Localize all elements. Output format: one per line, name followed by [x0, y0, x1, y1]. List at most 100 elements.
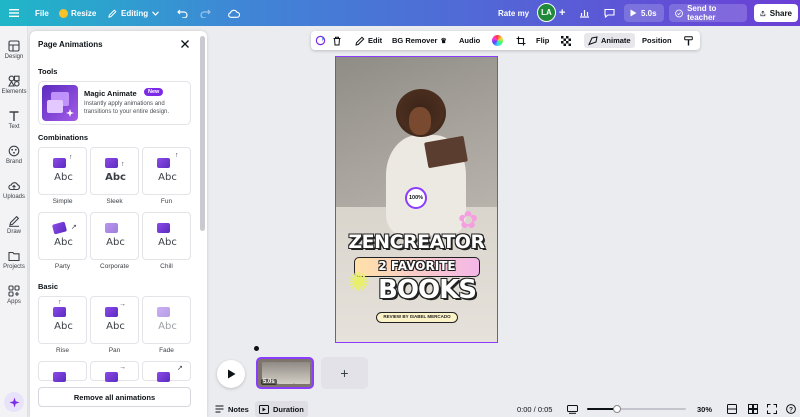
tile-sample-text: Abc [105, 172, 126, 183]
rail-item-elements[interactable]: Elements [0, 69, 28, 101]
tile-label-fade: Fade [159, 347, 174, 354]
flip-button[interactable]: Flip [536, 31, 549, 50]
design-subtitle-favorite[interactable]: 2 FAVORITE [354, 259, 480, 273]
paint-format-icon[interactable] [684, 31, 693, 50]
rate-my-button[interactable]: Rate my [498, 0, 529, 26]
animation-tile-chill[interactable]: Abc [142, 212, 191, 260]
share-label: Share [769, 8, 792, 18]
projects-icon [8, 251, 20, 262]
rail-item-apps[interactable]: Apps [0, 279, 28, 311]
tile-label-party: Party [54, 263, 71, 270]
tile-sample-text: Abc [158, 172, 177, 183]
edit-image-button[interactable]: Edit [355, 31, 382, 50]
zoom-slider-thumb[interactable] [612, 405, 621, 413]
cloud-save-icon[interactable] [227, 0, 240, 26]
add-collaborator-icon[interactable]: + [559, 0, 565, 26]
animation-tile-party[interactable]: ↗ Abc [38, 212, 87, 260]
remove-all-animations-button[interactable]: Remove all animations [38, 387, 191, 407]
animation-tile-corporate[interactable]: Abc [90, 212, 139, 260]
zoom-level[interactable]: 30% [697, 401, 712, 417]
rail-item-uploads[interactable]: Uploads [0, 174, 28, 206]
crop-icon[interactable] [516, 31, 526, 50]
animation-tile-pan[interactable]: → Abc [90, 296, 139, 344]
file-menu[interactable]: File [35, 0, 49, 26]
animate-label: Animate [601, 36, 631, 45]
magic-assistant-button[interactable] [4, 392, 24, 412]
redo-icon[interactable] [200, 0, 211, 26]
animation-tile-fun[interactable]: ↑ Abc [142, 147, 191, 195]
pages-view-icon[interactable] [727, 401, 737, 417]
duration-button[interactable]: Duration [255, 401, 308, 417]
help-icon[interactable]: ? [786, 401, 796, 417]
comment-icon[interactable] [604, 0, 615, 26]
arrow-icon: ↗ [177, 365, 183, 372]
zoom-slider[interactable] [587, 405, 686, 413]
transparency-icon[interactable] [561, 31, 571, 50]
animation-tile-partial[interactable] [38, 361, 87, 382]
design-byline[interactable]: REVIEW BY ISABEL MERCADO [376, 314, 458, 319]
trash-icon[interactable] [332, 31, 342, 50]
magic-animate-card[interactable]: Magic Animate New Instantly apply animat… [38, 81, 191, 125]
rail-item-text[interactable]: Text [0, 104, 28, 136]
design-title-zencreator[interactable]: ZENCREATOR [336, 231, 497, 253]
rail-item-brand[interactable]: Brand [0, 139, 28, 171]
rail-label-apps: Apps [7, 299, 21, 305]
animation-tile-sleek[interactable]: ↑ Abc [90, 147, 139, 195]
menu-icon[interactable] [9, 0, 19, 26]
image-icon [157, 158, 170, 168]
rail-label-uploads: Uploads [2, 194, 25, 200]
undo-icon[interactable] [177, 0, 188, 26]
page-view-icon[interactable] [567, 401, 578, 417]
tile-sample-text: Abc [106, 237, 125, 248]
fullscreen-icon[interactable] [767, 401, 777, 417]
image-icon [105, 158, 118, 168]
avatar[interactable]: LA [537, 3, 556, 22]
editing-mode-dropdown[interactable]: Editing [108, 0, 160, 26]
animation-tile-fade[interactable]: Abc [142, 296, 191, 344]
rail-item-design[interactable]: Design [0, 34, 28, 66]
ai-edit-icon[interactable] [315, 31, 326, 50]
arrow-up-icon: ↑ [58, 299, 62, 306]
image-icon [53, 158, 66, 168]
add-page-button[interactable]: + [321, 357, 368, 389]
design-page[interactable]: 100% ✿ ZENCREATOR 2 FAVORITE ✺ BOOKS REV… [335, 56, 498, 343]
rail-item-draw[interactable]: Draw [0, 209, 28, 241]
arrow-icon: ↗ [71, 224, 77, 231]
timeline-page-clip[interactable]: 5.0s [256, 357, 314, 389]
design-title-books[interactable]: BOOKS [372, 275, 482, 305]
tile-label-rise: Rise [55, 347, 69, 354]
zoom-badge[interactable]: 100% [405, 187, 427, 209]
bg-remover-button[interactable]: BG Remover ♛ [392, 31, 447, 50]
panel-scrollbar[interactable] [200, 36, 205, 231]
send-to-teacher-label: Send to teacher [687, 4, 717, 22]
present-play-button[interactable]: 5.0s [624, 4, 664, 22]
tools-heading: Tools [38, 67, 58, 76]
playback-time: 0:00 / 0:05 [517, 404, 553, 414]
share-button[interactable]: Share [754, 4, 798, 22]
edit-icon [355, 36, 365, 46]
new-badge: New [144, 88, 164, 96]
insights-chart-icon[interactable] [579, 0, 590, 26]
color-picker-button[interactable] [492, 31, 503, 50]
send-to-teacher-button[interactable]: Send to teacher [669, 4, 747, 22]
position-button[interactable]: Position [642, 31, 672, 50]
grid-view-icon[interactable] [748, 401, 758, 417]
rail-label-design: Design [4, 54, 24, 60]
animation-tile-rise[interactable]: ↑ Abc [38, 296, 87, 344]
image-icon [157, 223, 170, 233]
animation-tile-simple[interactable]: ↑ Abc [38, 147, 87, 195]
uploads-icon [8, 182, 20, 191]
close-icon[interactable] [179, 38, 191, 50]
resize-button[interactable]: Resize [59, 0, 96, 26]
svg-text:?: ? [789, 406, 793, 413]
chevron-down-icon [152, 10, 160, 16]
animate-button[interactable]: Animate [584, 33, 635, 48]
notes-button[interactable]: Notes [215, 401, 249, 417]
tile-label-simple: Simple [52, 198, 73, 205]
animation-tile-partial[interactable]: ↗ [142, 361, 191, 382]
rail-item-projects[interactable]: Projects [0, 244, 28, 276]
audio-button[interactable]: Audio [459, 31, 480, 50]
animation-tile-partial[interactable]: → [90, 361, 139, 382]
timeline-playhead[interactable] [254, 346, 259, 351]
timeline-play-button[interactable] [217, 360, 245, 388]
